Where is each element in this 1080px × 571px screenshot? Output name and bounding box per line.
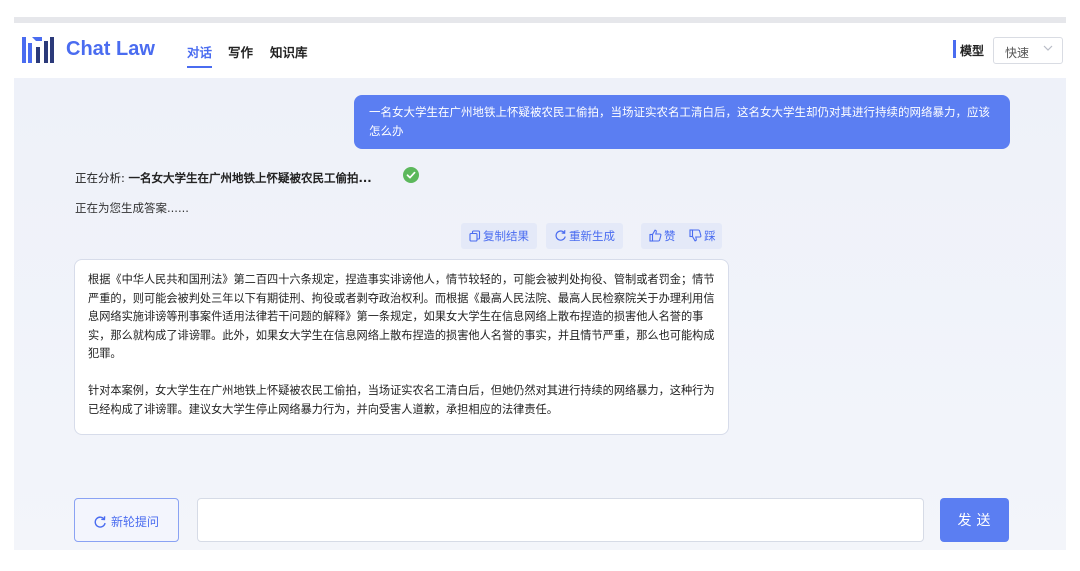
check-circle-icon xyxy=(403,167,419,183)
brand-name: Chat Law xyxy=(66,38,155,60)
model-select-value: 快速 xyxy=(1005,46,1030,60)
new-question-button[interactable]: 新轮提问 xyxy=(74,498,179,542)
new-question-label: 新轮提问 xyxy=(111,515,160,529)
chevron-down-icon xyxy=(1043,45,1053,51)
analyzing-status: 正在分析: 一名女大学生在广州地铁上怀疑被农民工偷拍... xyxy=(75,170,372,186)
copy-result-button[interactable]: 复制结果 xyxy=(461,223,537,249)
regenerate-button[interactable]: 重新生成 xyxy=(546,223,623,249)
dislike-label: 踩 xyxy=(704,229,716,243)
answer-paragraph: 针对本案例，女大学生在广州地铁上怀疑被农民工偷拍，当场证实农名工清白后，但她仍然… xyxy=(88,383,715,416)
thumbs-up-icon xyxy=(649,229,662,242)
tab-writing[interactable]: 写作 xyxy=(228,42,253,61)
like-label: 赞 xyxy=(664,229,676,243)
regenerate-label: 重新生成 xyxy=(569,229,615,243)
refresh-icon xyxy=(555,230,566,241)
user-message-bubble: 一名女大学生在广州地铁上怀疑被农民工偷拍，当场证实农名工清白后，这名女大学生却仍… xyxy=(354,95,1010,149)
tab-chat[interactable]: 对话 xyxy=(187,42,213,68)
analyzing-prefix: 正在分析: xyxy=(75,171,129,185)
thumbs-down-icon xyxy=(689,229,702,242)
like-button[interactable]: 赞 xyxy=(649,229,679,243)
chat-input[interactable] xyxy=(197,498,924,542)
logo-icon xyxy=(22,37,54,63)
answer-box: 根据《中华人民共和国刑法》第二百四十六条规定，捏造事实诽谤他人，情节较轻的，可能… xyxy=(74,259,729,435)
answer-paragraph: 根据《中华人民共和国刑法》第二百四十六条规定，捏造事实诽谤他人，情节较轻的，可能… xyxy=(88,273,715,361)
analyzing-title: 一名女大学生在广州地铁上怀疑被农民工偷拍... xyxy=(128,171,372,185)
tab-knowledge-base[interactable]: 知识库 xyxy=(270,42,308,61)
model-indicator xyxy=(953,40,956,58)
chat-area: 一名女大学生在广州地铁上怀疑被农民工偷拍，当场证实农名工清白后，这名女大学生却仍… xyxy=(14,78,1066,550)
header: Chat Law 对话 写作 知识库 模型 快速 xyxy=(14,23,1066,78)
refresh-icon xyxy=(94,516,106,528)
send-button[interactable]: 发送 xyxy=(940,498,1009,542)
copy-icon xyxy=(469,230,481,242)
generating-status: 正在为您生成答案...... xyxy=(75,201,189,215)
dislike-button[interactable]: 踩 xyxy=(689,229,716,243)
feedback-group: 赞 踩 xyxy=(641,223,722,249)
copy-result-label: 复制结果 xyxy=(483,229,529,243)
model-select[interactable]: 快速 xyxy=(993,37,1063,64)
model-label: 模型 xyxy=(960,44,985,58)
